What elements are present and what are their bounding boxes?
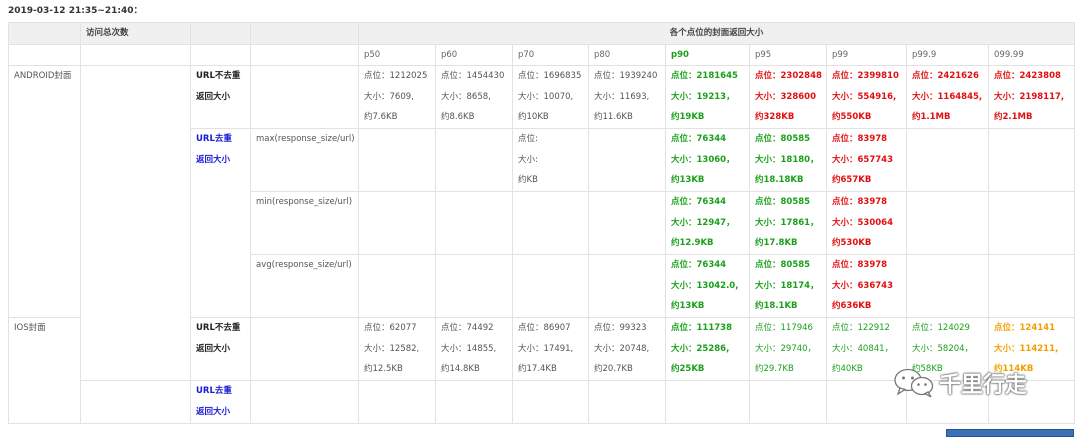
- value-cell: 点位：117946 大小：29740， 约29.7KB: [749, 317, 827, 381]
- header-empty-3: [250, 22, 359, 45]
- total-visits-cell: [80, 65, 191, 381]
- row-label: URL不去重 返回大小: [190, 65, 251, 129]
- percentile-header: 099.99: [987, 43, 1076, 66]
- value-cell: 点位：86907 大小：17491, 约17.4KB: [512, 317, 589, 381]
- percentile-table: 访问总次数 各个点位的封面返回大小 p50 p60 p70 p80 p90 p9…: [8, 22, 1076, 424]
- row-label: URL不去重 返回大小: [190, 317, 251, 381]
- value-cell: 点位：80585 大小：18180， 约18.18KB: [749, 128, 827, 192]
- percentile-header: p60: [435, 43, 513, 66]
- percentile-header: p90: [665, 43, 750, 66]
- value-cell: 点位：1696835 大小：10070, 约10KB: [512, 65, 589, 129]
- value-cell: 点位：74492 大小：14855, 约14.8KB: [435, 317, 513, 381]
- percentile-header: p70: [512, 43, 589, 66]
- value-cell: 点位：2181645 大小：19213， 约19KB: [665, 65, 750, 129]
- value-cell: 点位：2302848 大小：328600 约328KB: [749, 65, 827, 129]
- header-group-title: 各个点位的封面返回大小: [357, 22, 1076, 45]
- percentile-header: p99.9: [906, 43, 989, 66]
- value-cell: 点位：83978 大小：530064 约530KB: [826, 191, 907, 255]
- value-cell: 点位: 大小: 约KB: [512, 128, 589, 192]
- platform-cell: IOS封面: [8, 317, 81, 424]
- value-cell: 点位：83978 大小：657743 约657KB: [826, 128, 907, 192]
- metric-cell: max(response_size/url): [250, 128, 359, 192]
- row-label: URL去重 返回大小: [190, 380, 251, 424]
- header-empty-2: [190, 22, 251, 45]
- value-cell: 点位：62077 大小：12582, 约12.5KB: [358, 317, 436, 381]
- header-total-visits: 访问总次数: [80, 22, 191, 45]
- value-cell: 点位：83978 大小：636743 约636KB: [826, 254, 907, 318]
- corner-widget[interactable]: [946, 429, 1074, 437]
- value-cell: 点位：80585 大小：17861， 约17.8KB: [749, 191, 827, 255]
- value-cell: 点位：1939240 大小：11693, 约11.6KB: [588, 65, 666, 129]
- percentile-header-row: p50 p60 p70 p80 p90 p95 p99 p99.9 099.99: [8, 43, 1076, 66]
- value-cell: 点位：76344 大小：13042.0, 约13KB: [665, 254, 750, 318]
- value-cell: 点位：80585 大小：18174， 约18.1KB: [749, 254, 827, 318]
- value-cell: 点位：1212025 大小：7609, 约7.6KB: [358, 65, 436, 129]
- metric-cell: [250, 317, 359, 381]
- watermark-text: 千里行走: [939, 373, 1028, 398]
- header-row: 访问总次数 各个点位的封面返回大小: [8, 22, 1076, 45]
- percentile-header: p95: [749, 43, 827, 66]
- metric-cell: [250, 65, 359, 129]
- watermark: 千里行走: [893, 367, 1027, 399]
- percentile-header: p50: [358, 43, 436, 66]
- wechat-icon: [894, 368, 934, 398]
- value-cell: 点位：99323 大小：20748, 约20.7KB: [588, 317, 666, 381]
- value-cell: 点位：76344 大小：13060， 约13KB: [665, 128, 750, 192]
- total-visits-cell: [80, 380, 191, 424]
- value-cell: 点位：2421626 大小：1164845, 约1.1MB: [906, 65, 989, 129]
- metric-cell: min(response_size/url): [250, 191, 359, 255]
- table-row: ANDROID封面 URL不去重 返回大小 点位：1212025 大小：7609, 约…: [8, 65, 1076, 381]
- metric-cell: avg(response_size/url): [250, 254, 359, 318]
- value-cell: 点位：76344 大小：12947， 约12.9KB: [665, 191, 750, 255]
- row-label: URL去重 返回大小: [190, 128, 251, 318]
- value-cell: 点位：2423808 大小：2198117, 约2.1MB: [987, 65, 1076, 129]
- platform-cell: ANDROID封面: [8, 65, 81, 318]
- header-empty-1: [8, 22, 81, 45]
- value-cell: 点位：1454430 大小：8658, 约8.6KB: [435, 65, 513, 129]
- value-cell: 点位：111738 大小：25286, 约25KB: [665, 317, 750, 381]
- percentile-header: p99: [826, 43, 907, 66]
- value-cell: 点位：2399810 大小：554916, 约550KB: [826, 65, 907, 129]
- page-title: 2019-03-12 21:35~21:40：: [8, 6, 143, 16]
- percentile-header: p80: [588, 43, 666, 66]
